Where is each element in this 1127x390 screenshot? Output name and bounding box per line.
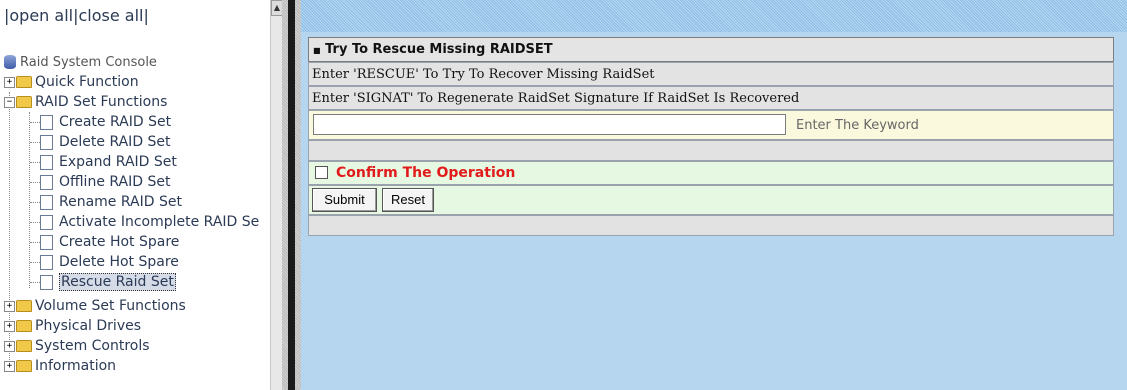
tree-item-rename-raid-set[interactable]: Rename RAID Set bbox=[40, 192, 182, 212]
tree-connector bbox=[30, 242, 40, 243]
folder-icon bbox=[16, 360, 32, 372]
content-header-band bbox=[301, 0, 1127, 32]
submit-button[interactable]: Submit bbox=[312, 188, 377, 212]
tree-folder-system-controls[interactable]: + System Controls bbox=[4, 336, 150, 356]
tree-folder-physical-drives[interactable]: + Physical Drives bbox=[4, 316, 141, 336]
tree-connector bbox=[30, 282, 40, 283]
tree-item-delete-hot-spare[interactable]: Delete Hot Spare bbox=[40, 252, 179, 272]
info-rescue-text: Enter 'RESCUE' To Try To Recover Missing… bbox=[312, 67, 655, 82]
tree-item-label: Expand RAID Set bbox=[59, 154, 177, 170]
tree-folder-label: System Controls bbox=[35, 338, 150, 354]
keyword-row: Enter The Keyword bbox=[308, 110, 1114, 140]
tree-item-create-raid-set[interactable]: Create RAID Set bbox=[40, 112, 171, 132]
tree-item-label: Offline RAID Set bbox=[59, 174, 171, 190]
page-icon bbox=[40, 134, 53, 150]
database-icon bbox=[4, 55, 16, 69]
expand-icon[interactable]: + bbox=[4, 320, 15, 332]
page-icon bbox=[40, 254, 53, 270]
button-row: Submit Reset bbox=[308, 185, 1114, 215]
folder-icon bbox=[16, 340, 32, 352]
confirm-row: Confirm The Operation bbox=[308, 161, 1114, 185]
rescue-form: ■ Try To Rescue Missing RAIDSET Enter 'R… bbox=[308, 37, 1116, 236]
info-signat-text: Enter 'SIGNAT' To Regenerate RaidSet Sig… bbox=[312, 91, 800, 106]
tree-item-create-hot-spare[interactable]: Create Hot Spare bbox=[40, 232, 179, 252]
spacer-row bbox=[308, 140, 1114, 161]
nav-scrollbar[interactable]: ▲ bbox=[270, 0, 282, 390]
tree-item-label: Rescue Raid Set bbox=[59, 273, 176, 291]
page-icon bbox=[40, 174, 53, 190]
tree-folder-raid-set-functions[interactable]: − RAID Set Functions bbox=[4, 92, 167, 112]
page-icon bbox=[40, 274, 53, 290]
page-icon bbox=[40, 234, 53, 250]
info-signat-row: Enter 'SIGNAT' To Regenerate RaidSet Sig… bbox=[308, 86, 1114, 110]
form-title-row: ■ Try To Rescue Missing RAIDSET bbox=[308, 37, 1114, 62]
tree-item-label: Delete Hot Spare bbox=[59, 254, 179, 270]
tree-item-delete-raid-set[interactable]: Delete RAID Set bbox=[40, 132, 171, 152]
close-all-link[interactable]: close all bbox=[79, 6, 144, 25]
tree-connector bbox=[30, 222, 40, 223]
navigation-pane: |open all|close all| Raid System Console… bbox=[0, 0, 282, 390]
tree-connector bbox=[30, 122, 40, 123]
tree-item-rescue-raid-set[interactable]: Rescue Raid Set bbox=[40, 272, 176, 292]
tree-folder-information[interactable]: + Information bbox=[4, 356, 116, 376]
form-title: Try To Rescue Missing RAIDSET bbox=[325, 42, 553, 57]
folder-icon bbox=[16, 76, 32, 88]
reset-button[interactable]: Reset bbox=[382, 188, 434, 212]
content-pane: ■ Try To Rescue Missing RAIDSET Enter 'R… bbox=[301, 0, 1127, 390]
tree-item-activate-incomplete-raid-set[interactable]: Activate Incomplete RAID Se bbox=[40, 212, 259, 232]
tree-item-label: Activate Incomplete RAID Se bbox=[59, 214, 260, 230]
tree-folder-volume-set-functions[interactable]: + Volume Set Functions bbox=[4, 296, 186, 316]
tree-item-label: Delete RAID Set bbox=[59, 134, 171, 150]
tree-connector bbox=[30, 162, 40, 163]
footer-row bbox=[308, 215, 1114, 236]
scroll-up-arrow-icon[interactable]: ▲ bbox=[271, 0, 282, 16]
confirm-checkbox[interactable] bbox=[315, 165, 328, 179]
confirm-label: Confirm The Operation bbox=[336, 165, 516, 181]
tree-root[interactable]: Raid System Console bbox=[4, 52, 157, 72]
tree-folder-label: Volume Set Functions bbox=[35, 298, 186, 314]
tree-folder-label: Quick Function bbox=[35, 74, 139, 90]
folder-icon bbox=[16, 320, 32, 332]
page-icon bbox=[40, 214, 53, 230]
expand-icon[interactable]: + bbox=[4, 340, 15, 352]
expand-icon[interactable]: + bbox=[4, 76, 15, 88]
tree-connector bbox=[30, 182, 40, 183]
tree-connector bbox=[30, 202, 40, 203]
keyword-hint: Enter The Keyword bbox=[796, 118, 919, 133]
tree-connector bbox=[30, 262, 40, 263]
splitter-bar bbox=[288, 0, 295, 390]
keyword-input[interactable] bbox=[313, 114, 786, 135]
tree-controls: |open all|close all| bbox=[2, 3, 272, 29]
expand-icon[interactable]: + bbox=[4, 300, 15, 312]
tree-item-label: Rename RAID Set bbox=[59, 194, 182, 210]
frame-splitter[interactable] bbox=[282, 0, 301, 390]
tree-folder-label: Information bbox=[35, 358, 117, 374]
bullet-icon: ■ bbox=[313, 46, 321, 55]
page-icon bbox=[40, 114, 53, 130]
tree-item-label: Create RAID Set bbox=[59, 114, 172, 130]
folder-icon bbox=[16, 300, 32, 312]
tree-root-label: Raid System Console bbox=[20, 55, 157, 70]
tree-folder-label: Physical Drives bbox=[35, 318, 142, 334]
collapse-icon[interactable]: − bbox=[4, 96, 15, 108]
tree-connector bbox=[30, 142, 40, 143]
expand-icon[interactable]: + bbox=[4, 360, 15, 372]
page-icon bbox=[40, 194, 53, 210]
folder-open-icon bbox=[16, 96, 32, 108]
page-icon bbox=[40, 154, 53, 170]
tree-item-label: Create Hot Spare bbox=[59, 234, 180, 250]
tree-item-expand-raid-set[interactable]: Expand RAID Set bbox=[40, 152, 177, 172]
tree-item-offline-raid-set[interactable]: Offline RAID Set bbox=[40, 172, 170, 192]
info-rescue-row: Enter 'RESCUE' To Try To Recover Missing… bbox=[308, 62, 1114, 86]
open-all-link[interactable]: open all bbox=[9, 6, 73, 25]
tree-folder-quick-function[interactable]: + Quick Function bbox=[4, 72, 139, 92]
tree-folder-label: RAID Set Functions bbox=[35, 94, 168, 110]
separator: | bbox=[143, 6, 149, 25]
